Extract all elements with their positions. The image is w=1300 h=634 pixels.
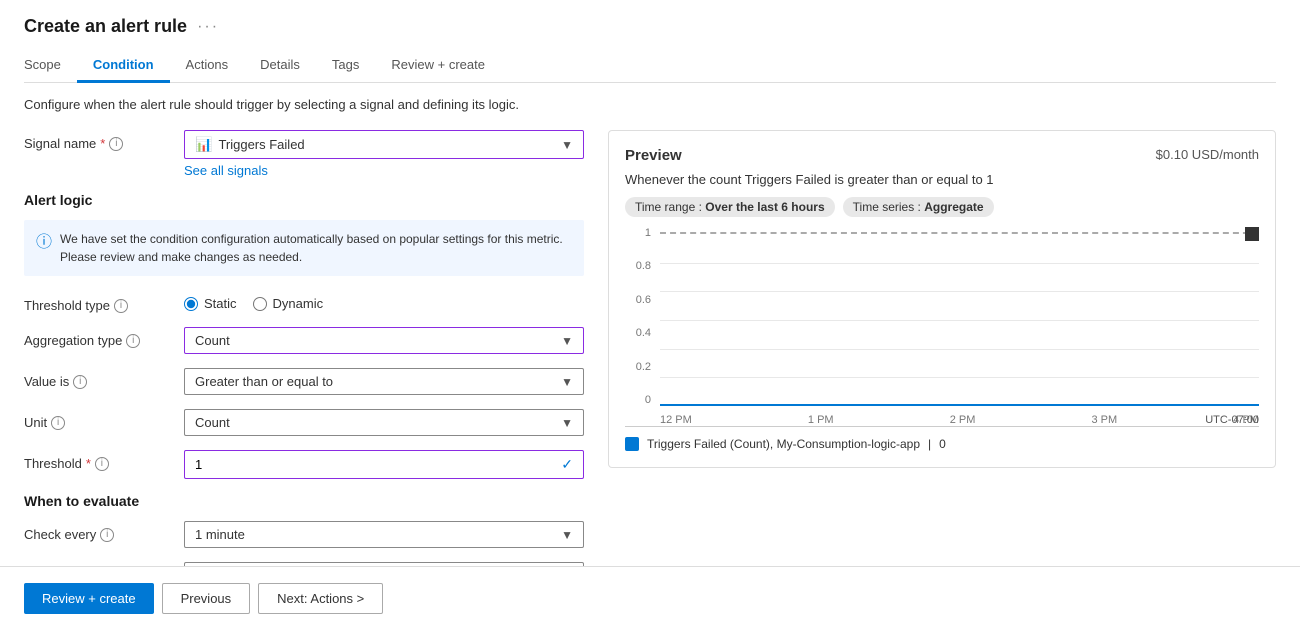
threshold-input[interactable]	[195, 457, 561, 472]
grid-line-2	[660, 291, 1259, 292]
y-label-5: 0.2	[636, 361, 651, 373]
x-label-3: 2 PM	[950, 414, 976, 426]
unit-chevron: ▼	[561, 416, 573, 430]
grid-line-3	[660, 320, 1259, 321]
threshold-dynamic-radio[interactable]: Dynamic	[253, 296, 324, 311]
time-series-tag-value: Aggregate	[924, 200, 983, 214]
time-series-tag-label: Time series :	[853, 200, 921, 214]
y-label-6: 0	[645, 394, 651, 406]
legend-color-box	[625, 437, 639, 451]
tab-details[interactable]: Details	[244, 49, 316, 83]
chart-corner-marker	[1245, 227, 1259, 241]
when-to-evaluate-title: When to evaluate	[24, 493, 584, 509]
grid-line-4	[660, 349, 1259, 350]
page-title: Create an alert rule	[24, 16, 187, 37]
dropdown-chevron: ▼	[561, 138, 573, 152]
time-series-tag: Time series : Aggregate	[843, 197, 994, 217]
unit-info-icon[interactable]: i	[51, 416, 65, 430]
x-label-4: 3 PM	[1092, 414, 1118, 426]
unit-label: Unit i	[24, 409, 184, 430]
threshold-dynamic-label: Dynamic	[273, 296, 324, 311]
footer: Review + create Previous Next: Actions >	[0, 566, 1300, 630]
info-icon-blue: ⓘ	[36, 231, 52, 266]
x-label-1: 12 PM	[660, 414, 692, 426]
unit-dropdown[interactable]: Count ▼	[184, 409, 584, 436]
x-label-2: 1 PM	[808, 414, 834, 426]
see-all-signals-link[interactable]: See all signals	[184, 163, 584, 178]
utc-label: UTC-07:00	[1205, 414, 1259, 426]
check-every-value: 1 minute	[195, 527, 245, 542]
time-range-tag: Time range : Over the last 6 hours	[625, 197, 835, 217]
y-label-4: 0.4	[636, 327, 651, 339]
previous-button[interactable]: Previous	[162, 583, 251, 614]
chart-dashed-line	[660, 232, 1259, 234]
legend-value: 0	[939, 437, 946, 451]
y-label-2: 0.8	[636, 260, 651, 272]
page-subtitle: Configure when the alert rule should tri…	[24, 97, 1276, 112]
threshold-type-radio-group: Static Dynamic	[184, 292, 584, 311]
check-every-dropdown[interactable]: 1 minute ▼	[184, 521, 584, 548]
time-range-tag-value: Over the last 6 hours	[705, 200, 824, 214]
tab-actions[interactable]: Actions	[170, 49, 245, 83]
chart-icon: 📊	[195, 136, 212, 153]
grid-line-5	[660, 377, 1259, 378]
time-range-tag-label: Time range :	[635, 200, 702, 214]
threshold-input-wrapper: ✓	[184, 450, 584, 479]
alert-logic-title: Alert logic	[24, 192, 584, 208]
chart-legend: Triggers Failed (Count), My-Consumption-…	[625, 437, 1259, 451]
tab-tags[interactable]: Tags	[316, 49, 375, 83]
alert-logic-info-box: ⓘ We have set the condition configuratio…	[24, 220, 584, 276]
value-is-label: Value is i	[24, 368, 184, 389]
preview-panel: Preview $0.10 USD/month Whenever the cou…	[608, 130, 1276, 468]
alert-logic-info-text: We have set the condition configuration …	[60, 230, 572, 266]
check-every-label: Check every i	[24, 521, 184, 542]
y-label-3: 0.6	[636, 294, 651, 306]
check-every-chevron: ▼	[561, 528, 573, 542]
y-label-1: 1	[645, 227, 651, 239]
preview-cost: $0.10 USD/month	[1156, 147, 1259, 162]
aggregation-type-value: Count	[195, 333, 230, 348]
chart-area: 1 0.8 0.6 0.4 0.2 0	[625, 227, 1259, 427]
signal-name-label: Signal name * i	[24, 130, 184, 151]
legend-separator: |	[928, 437, 931, 451]
check-every-info-icon[interactable]: i	[100, 528, 114, 542]
threshold-label: Threshold * i	[24, 450, 184, 471]
aggregation-chevron: ▼	[561, 334, 573, 348]
signal-name-value: Triggers Failed	[218, 137, 304, 152]
signal-name-info-icon[interactable]: i	[109, 137, 123, 151]
value-is-dropdown[interactable]: Greater than or equal to ▼	[184, 368, 584, 395]
chart-content	[660, 227, 1259, 406]
preview-tags: Time range : Over the last 6 hours Time …	[625, 197, 1259, 217]
review-create-button[interactable]: Review + create	[24, 583, 154, 614]
aggregation-type-label: Aggregation type i	[24, 327, 184, 348]
nav-tabs: Scope Condition Actions Details Tags Rev…	[24, 49, 1276, 83]
threshold-type-label: Threshold type i	[24, 292, 184, 313]
threshold-static-radio[interactable]: Static	[184, 296, 237, 311]
tab-scope[interactable]: Scope	[24, 49, 77, 83]
next-actions-button[interactable]: Next: Actions >	[258, 583, 383, 614]
preview-description: Whenever the count Triggers Failed is gr…	[625, 172, 1259, 187]
legend-text: Triggers Failed (Count), My-Consumption-…	[647, 437, 920, 451]
grid-line-1	[660, 263, 1259, 264]
chart-baseline	[660, 404, 1259, 406]
value-is-value: Greater than or equal to	[195, 374, 333, 389]
threshold-static-label: Static	[204, 296, 237, 311]
check-icon: ✓	[561, 456, 573, 473]
chart-y-axis: 1 0.8 0.6 0.4 0.2 0	[625, 227, 655, 406]
unit-value: Count	[195, 415, 230, 430]
value-is-info-icon[interactable]: i	[73, 375, 87, 389]
ellipsis-icon: ···	[197, 18, 219, 36]
tab-condition[interactable]: Condition	[77, 49, 170, 83]
aggregation-type-info-icon[interactable]: i	[126, 334, 140, 348]
chart-x-axis: 12 PM 1 PM 2 PM 3 PM 4 PM	[660, 414, 1259, 426]
threshold-type-info-icon[interactable]: i	[114, 299, 128, 313]
preview-title: Preview	[625, 147, 682, 164]
value-is-chevron: ▼	[561, 375, 573, 389]
threshold-info-icon[interactable]: i	[95, 457, 109, 471]
signal-name-dropdown[interactable]: 📊 Triggers Failed ▼	[184, 130, 584, 159]
aggregation-type-dropdown[interactable]: Count ▼	[184, 327, 584, 354]
tab-review-create[interactable]: Review + create	[375, 49, 501, 83]
